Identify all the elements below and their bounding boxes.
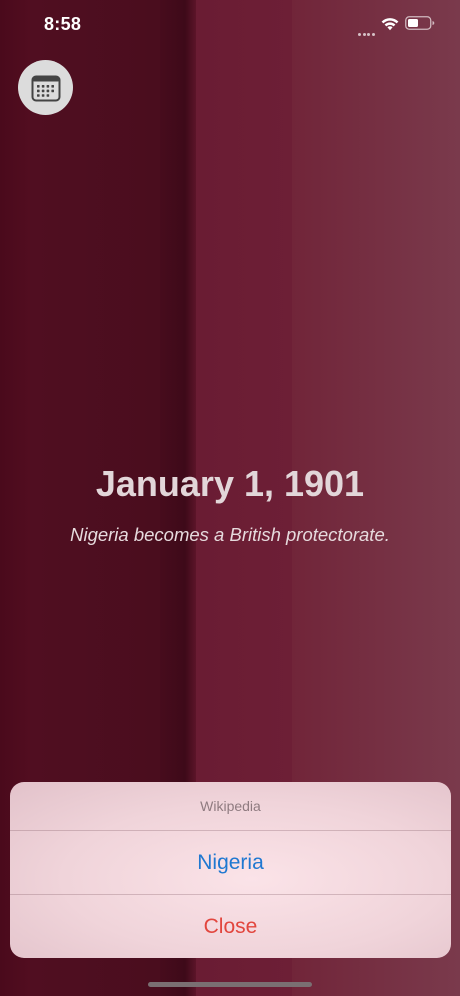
battery-icon xyxy=(405,16,435,30)
status-bar: 8:58 xyxy=(0,0,460,50)
event-description: Nigeria becomes a British protectorate. xyxy=(70,524,390,545)
event-date: January 1, 1901 xyxy=(95,463,365,504)
wifi-icon xyxy=(381,18,399,31)
action-sheet: Wikipedia Nigeria Close xyxy=(10,782,451,958)
home-indicator[interactable] xyxy=(148,982,312,987)
calendar-button[interactable] xyxy=(18,60,73,115)
nigeria-button[interactable]: Nigeria xyxy=(10,831,451,895)
signal-dots-icon xyxy=(358,23,376,36)
app-screen: 8:58 January 1, 1901 Nigeria becomes a B… xyxy=(0,0,460,996)
calendar-icon xyxy=(31,75,60,101)
action-sheet-title: Wikipedia xyxy=(10,782,451,831)
close-button[interactable]: Close xyxy=(10,895,451,958)
status-time: 8:58 xyxy=(44,14,82,34)
